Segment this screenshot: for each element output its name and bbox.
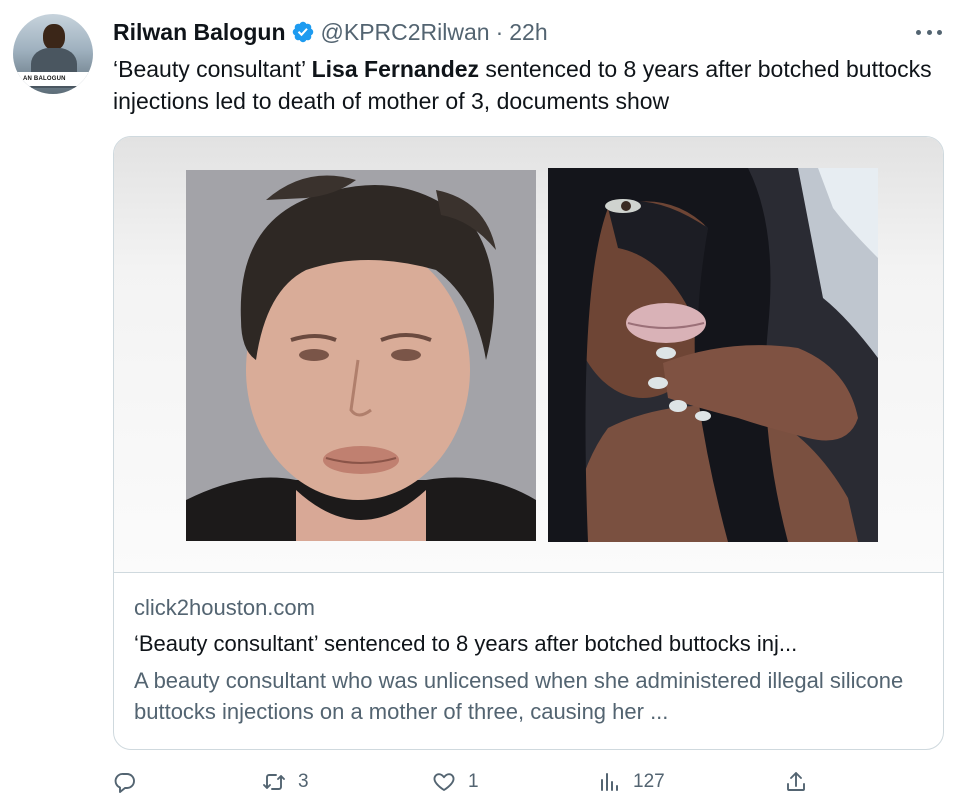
more-dot xyxy=(937,29,942,35)
author-avatar[interactable]: AN BALOGUN xyxy=(13,14,93,94)
like-count: 1 xyxy=(468,771,479,792)
verified-badge-icon[interactable] xyxy=(291,20,315,44)
views-count: 127 xyxy=(633,771,665,792)
share-upload-icon xyxy=(787,772,805,791)
tweet-actions: 3 1 127 xyxy=(113,770,813,804)
reply-icon xyxy=(114,773,135,793)
avatar-caption: AN BALOGUN xyxy=(13,72,93,86)
more-options-icon[interactable] xyxy=(916,22,942,42)
reply-button[interactable] xyxy=(113,770,149,794)
card-media[interactable] xyxy=(114,137,943,573)
author-handle[interactable]: @KPRC2Rilwan xyxy=(321,19,490,46)
tweet-text: ‘Beauty consultant’ Lisa Fernandez sente… xyxy=(113,53,933,117)
retweet-icon xyxy=(263,774,285,790)
share-button[interactable] xyxy=(784,770,808,794)
tweet-header: Rilwan Balogun @KPRC2Rilwan · 22h xyxy=(113,15,548,49)
card-domain: click2houston.com xyxy=(134,595,315,620)
views-button[interactable]: 127 xyxy=(597,770,665,794)
more-dot xyxy=(916,29,921,35)
card-photo-left xyxy=(186,170,536,541)
tweet: AN BALOGUN Rilwan Balogun @KPRC2Rilwan ·… xyxy=(0,0,960,804)
card-meta[interactable]: click2houston.com ‘Beauty consultant’ se… xyxy=(134,593,924,727)
heart-icon xyxy=(433,773,455,791)
avatar-head xyxy=(43,24,65,50)
retweet-button[interactable]: 3 xyxy=(262,770,309,794)
retweet-count: 3 xyxy=(298,771,309,792)
separator-dot: · xyxy=(495,18,504,45)
card-description: A beauty consultant who was unlicensed w… xyxy=(134,668,904,724)
tweet-timestamp[interactable]: 22h xyxy=(509,19,547,46)
views-bar-chart-icon xyxy=(601,773,618,791)
tweet-text-before: ‘Beauty consultant’ xyxy=(113,56,312,82)
more-dot xyxy=(926,29,932,35)
card-title: ‘Beauty consultant’ sentenced to 8 years… xyxy=(134,631,798,656)
like-button[interactable]: 1 xyxy=(432,770,479,794)
card-photo-right xyxy=(548,168,878,542)
author-name[interactable]: Rilwan Balogun xyxy=(113,19,286,46)
tweet-text-bold: Lisa Fernandez xyxy=(311,56,480,82)
link-card[interactable]: click2houston.com ‘Beauty consultant’ se… xyxy=(113,136,944,750)
